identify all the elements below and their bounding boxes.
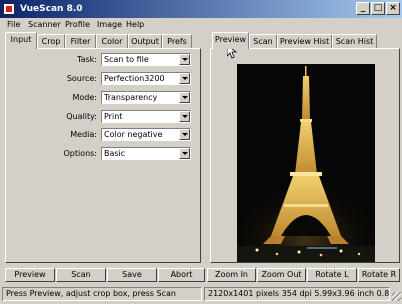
- task-label: Task:: [77, 55, 97, 64]
- dropdown-arrow-icon[interactable]: [179, 73, 190, 84]
- tab-crop[interactable]: Crop: [37, 34, 65, 48]
- source-value: Perfection3200: [104, 74, 165, 83]
- dropdown-arrow-icon[interactable]: [179, 111, 190, 122]
- close-icon: ×: [389, 3, 397, 13]
- options-value: Basic: [104, 149, 126, 158]
- options-label: Options:: [63, 149, 97, 158]
- tab-input[interactable]: Input: [5, 32, 37, 49]
- menu-help[interactable]: Help: [126, 19, 144, 30]
- mode-value: Transparency: [104, 93, 158, 102]
- tab-scan-hist[interactable]: Scan Hist: [332, 34, 377, 48]
- minimize-button[interactable]: _: [356, 2, 370, 15]
- dropdown-arrow-icon[interactable]: [179, 148, 190, 159]
- size-grip-icon[interactable]: [392, 292, 401, 301]
- scan-button[interactable]: Scan: [56, 268, 106, 282]
- task-select[interactable]: Scan to file: [101, 53, 191, 66]
- minimize-icon: _: [360, 3, 366, 13]
- tab-prefs[interactable]: Prefs: [162, 34, 192, 48]
- window-title: VueScan 8.0: [20, 4, 83, 14]
- maximize-button[interactable]: □: [371, 2, 385, 15]
- menu-bar: File Scanner Profile Image Help: [0, 18, 402, 31]
- options-select[interactable]: Basic: [101, 147, 191, 160]
- preview-button[interactable]: Preview: [5, 268, 55, 282]
- zoom-in-button[interactable]: Zoom In: [207, 268, 256, 282]
- dropdown-arrow-icon[interactable]: [179, 92, 190, 103]
- source-label: Source:: [66, 74, 97, 83]
- tab-scan[interactable]: Scan: [249, 34, 277, 48]
- source-select[interactable]: Perfection3200: [101, 72, 191, 85]
- rotate-right-button[interactable]: Rotate R: [358, 268, 400, 282]
- menu-scanner[interactable]: Scanner: [28, 19, 61, 30]
- menu-image[interactable]: Image: [97, 19, 122, 30]
- dropdown-arrow-icon[interactable]: [179, 129, 190, 140]
- media-label: Media:: [70, 130, 97, 139]
- tab-preview[interactable]: Preview: [212, 32, 249, 49]
- app-icon[interactable]: [3, 3, 15, 15]
- preview-image[interactable]: [237, 64, 375, 262]
- tab-output[interactable]: Output: [128, 34, 162, 48]
- tab-filter[interactable]: Filter: [65, 34, 96, 48]
- tab-color[interactable]: Color: [96, 34, 128, 48]
- tab-preview-hist[interactable]: Preview Hist: [277, 34, 332, 48]
- task-value: Scan to file: [104, 55, 149, 64]
- eiffel-tower-image: [237, 64, 375, 262]
- rotate-left-button[interactable]: Rotate L: [307, 268, 357, 282]
- abort-button[interactable]: Abort: [158, 268, 205, 282]
- quality-value: Print: [104, 112, 123, 121]
- zoom-out-button[interactable]: Zoom Out: [257, 268, 306, 282]
- media-value: Color negative: [104, 130, 163, 139]
- save-button[interactable]: Save: [107, 268, 157, 282]
- media-select[interactable]: Color negative: [101, 128, 191, 141]
- quality-select[interactable]: Print: [101, 110, 191, 123]
- close-button[interactable]: ×: [386, 2, 400, 15]
- quality-label: Quality:: [66, 112, 97, 121]
- maximize-icon: □: [373, 3, 383, 13]
- menu-file[interactable]: File: [7, 19, 20, 30]
- menu-profile[interactable]: Profile: [65, 19, 90, 30]
- mode-label: Mode:: [72, 93, 98, 102]
- title-bar: VueScan 8.0 _ □ ×: [0, 0, 402, 18]
- dropdown-arrow-icon[interactable]: [179, 54, 190, 65]
- status-image-info: 2120x1401 pixels 354 dpi 5.99x3.96 inch …: [204, 287, 390, 301]
- mode-select[interactable]: Transparency: [101, 91, 191, 104]
- status-message: Press Preview, adjust crop box, press Sc…: [2, 287, 202, 301]
